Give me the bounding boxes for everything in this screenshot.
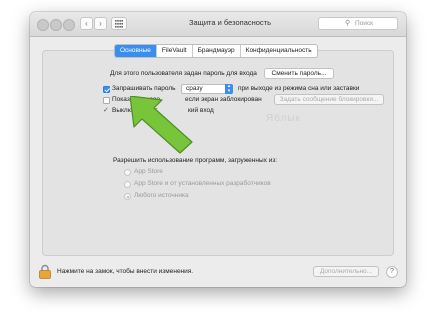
system-preferences-window: ‹ › Защита и безопасность ⚲ Поиск Основн… bbox=[30, 12, 406, 287]
grid-icon bbox=[115, 19, 123, 28]
radio-app-store[interactable] bbox=[124, 169, 131, 176]
checkmark-icon[interactable]: ✓ bbox=[103, 106, 109, 114]
tab-general[interactable]: Основные bbox=[115, 45, 157, 57]
show-all-button[interactable] bbox=[111, 17, 127, 30]
apps-heading: Разрешить использование программ, загруж… bbox=[113, 157, 278, 164]
advanced-button[interactable]: Дополнительно... bbox=[313, 266, 379, 277]
minimize-icon[interactable] bbox=[50, 19, 62, 31]
require-password-select[interactable]: сразу ▴ ▾ bbox=[181, 84, 233, 94]
password-set-text: Для этого пользователя задан пароль для … bbox=[110, 70, 257, 77]
show-message-checkbox[interactable] bbox=[103, 97, 110, 104]
tab-bar: Основные FileVault Брандмауэр Конфиденци… bbox=[114, 44, 318, 58]
back-button[interactable]: ‹ bbox=[80, 17, 93, 30]
green-arrow-icon bbox=[130, 96, 193, 154]
tab-firewall[interactable]: Брандмауэр bbox=[193, 45, 241, 57]
set-lock-message-button[interactable]: Задать сообщение блокировки... bbox=[274, 94, 384, 105]
change-password-button[interactable]: Сменить пароль... bbox=[264, 68, 334, 79]
require-password-label: Запрашивать пароль bbox=[112, 85, 176, 92]
forward-button[interactable]: › bbox=[94, 17, 107, 30]
radio-app-store-developers[interactable] bbox=[124, 181, 131, 188]
search-placeholder: Поиск bbox=[355, 19, 374, 27]
content-panel bbox=[42, 50, 394, 256]
chevron-left-icon: ‹ bbox=[85, 19, 88, 28]
radio-app-store-developers-label: App Store и от установленных разработчик… bbox=[134, 180, 271, 187]
lock-icon[interactable] bbox=[39, 264, 51, 279]
chevron-updown-icon: ▴ ▾ bbox=[225, 84, 233, 94]
radio-anywhere-label: Любого источника bbox=[134, 192, 189, 199]
title-bar: ‹ › Защита и безопасность ⚲ Поиск bbox=[30, 12, 406, 37]
zoom-icon[interactable] bbox=[63, 19, 75, 31]
search-field[interactable]: ⚲ Поиск bbox=[318, 17, 398, 30]
radio-app-store-label: App Store bbox=[134, 168, 163, 175]
tab-privacy[interactable]: Конфиденциальность bbox=[241, 45, 317, 57]
require-select-value: сразу bbox=[186, 85, 203, 92]
window-title: Защита и безопасность bbox=[188, 18, 272, 27]
after-sleep-text: при выходе из режима сна или заставки bbox=[238, 85, 360, 92]
close-icon[interactable] bbox=[37, 19, 49, 31]
chevron-right-icon: › bbox=[99, 19, 102, 28]
help-button[interactable]: ? bbox=[386, 266, 398, 278]
search-icon: ⚲ bbox=[345, 20, 351, 27]
radio-anywhere[interactable] bbox=[124, 193, 131, 200]
tab-filevault[interactable]: FileVault bbox=[157, 45, 193, 57]
watermark-logo: Яблык bbox=[266, 113, 301, 124]
lock-text: Нажмите на замок, чтобы внести изменения… bbox=[57, 268, 194, 275]
require-password-checkbox[interactable] bbox=[103, 86, 110, 93]
